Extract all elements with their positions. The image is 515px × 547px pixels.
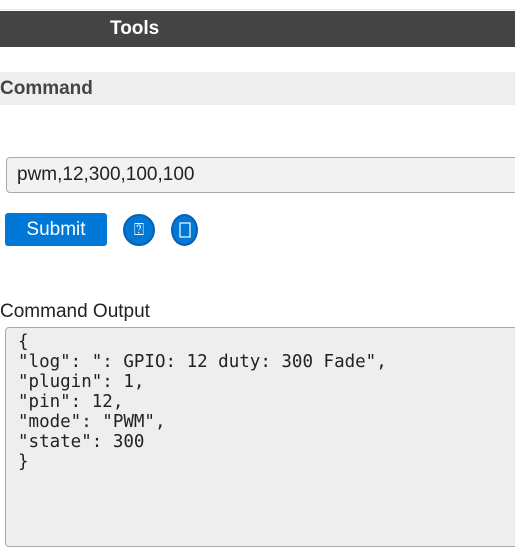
command-output-label: Command Output [0,301,150,322]
command-section-header: Command [0,72,515,105]
help-button[interactable]: ⍰ [123,214,155,246]
top-edge [0,0,515,10]
submit-button[interactable]: Submit [5,213,107,246]
question-circle-icon: ⍰ [133,219,145,240]
page-title: Tools [110,18,160,39]
document-icon [178,222,191,238]
documentation-button[interactable] [171,214,198,246]
command-section-title: Command [0,78,93,99]
command-input[interactable] [6,157,515,193]
command-output-box[interactable]: { "log": ": GPIO: 12 duty: 300 Fade", "p… [5,327,515,547]
page-header: Tools [0,11,515,47]
